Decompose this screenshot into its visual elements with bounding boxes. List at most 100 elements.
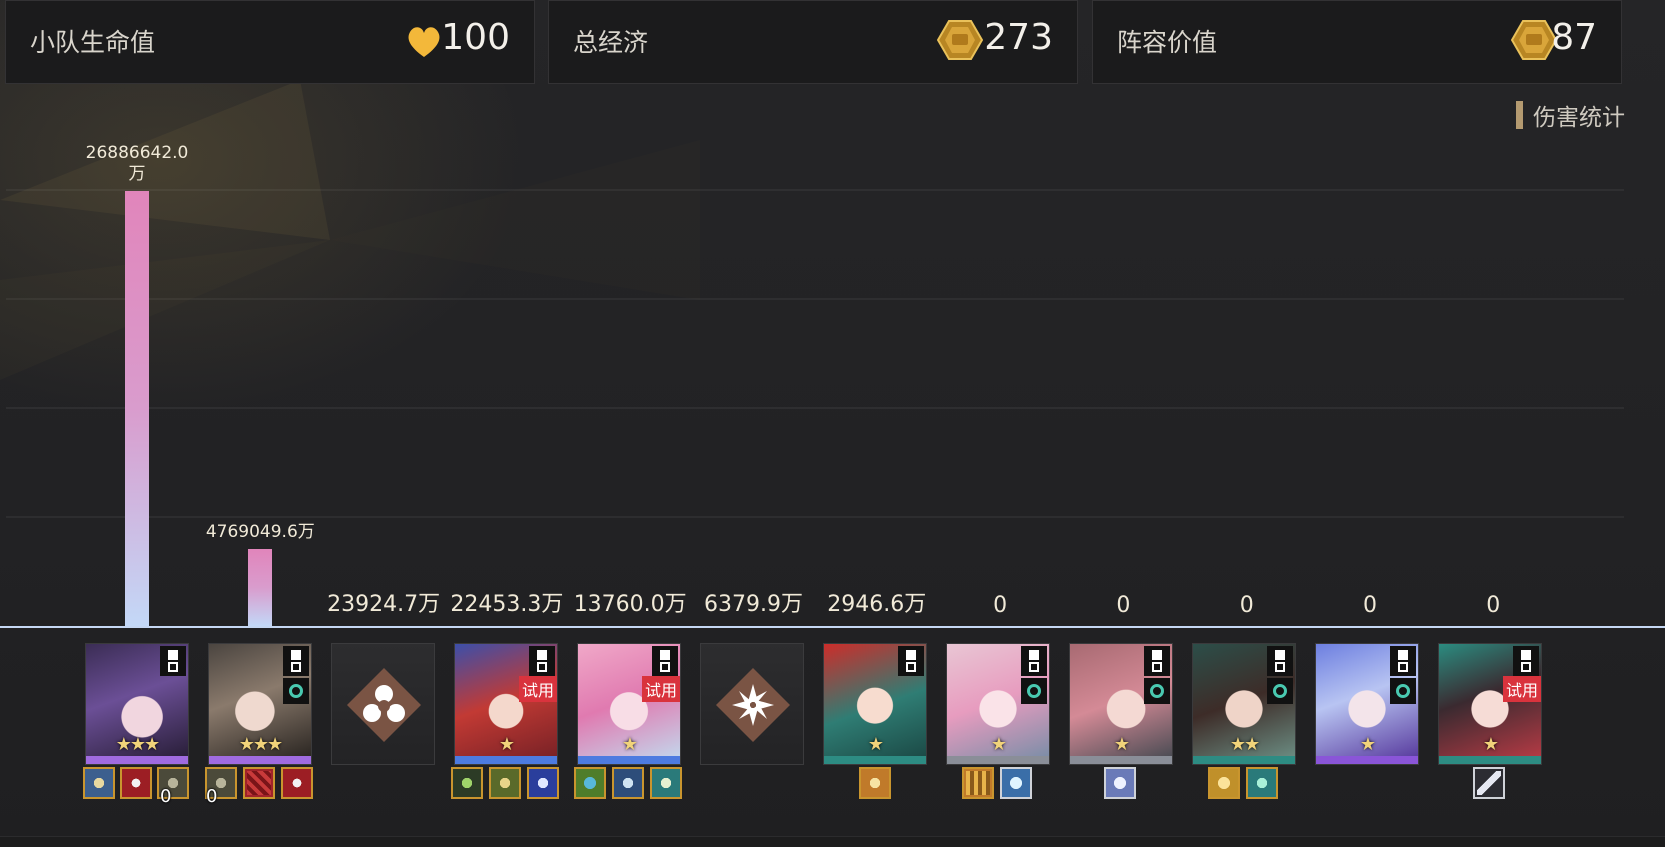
damage-value-label: 13760.0万 <box>573 592 687 617</box>
path-indicator <box>652 646 678 676</box>
damage-value-label: 2946.6万 <box>827 592 927 617</box>
heart-icon <box>408 27 440 57</box>
damage-value-label: 4769049.6万 <box>205 521 315 542</box>
unit-card[interactable]: ★ <box>1069 643 1173 765</box>
rarity-band <box>824 756 926 764</box>
path-indicator <box>1390 646 1416 676</box>
path-indicator <box>898 646 924 676</box>
footer-strip <box>0 836 1665 847</box>
star-rating: ★★★ <box>238 734 283 755</box>
background-rays <box>0 80 700 380</box>
unit-card[interactable]: ★ 试用 <box>577 643 681 765</box>
star-rating: ★ <box>1482 734 1499 755</box>
rarity-band <box>1070 756 1172 764</box>
summon-icon <box>716 668 790 742</box>
path-indicator <box>283 646 309 676</box>
rarity-band <box>86 756 188 764</box>
unit-card[interactable]: ★ <box>1315 643 1419 765</box>
unit-card[interactable]: ★★★ <box>208 643 312 765</box>
relic-icon[interactable] <box>1000 767 1032 799</box>
relic-count: 0 <box>160 786 172 807</box>
damage-value-label: 6379.9万 <box>704 592 803 617</box>
rarity-band <box>947 756 1049 764</box>
relic-icon[interactable] <box>859 767 891 799</box>
element-indicator <box>1267 678 1293 704</box>
unit-card[interactable]: ★ 试用 <box>1438 643 1542 765</box>
lineup-value-value: 87 <box>1551 17 1597 58</box>
relic-icon[interactable] <box>1104 767 1136 799</box>
path-indicator <box>1144 646 1170 676</box>
damage-value-label: 0 <box>1486 593 1501 618</box>
rarity-band <box>1316 756 1418 764</box>
rarity-band <box>209 756 311 764</box>
legend-swatch <box>1516 101 1523 129</box>
path-indicator <box>529 646 555 676</box>
relic-icon[interactable] <box>962 767 994 799</box>
star-rating: ★★★ <box>115 734 160 755</box>
star-rating: ★ <box>621 734 638 755</box>
unit-card[interactable]: ★★★ <box>85 643 189 765</box>
damage-value-label: 23924.7万 <box>327 592 441 617</box>
relic-icon[interactable] <box>650 767 682 799</box>
star-rating: ★ <box>498 734 515 755</box>
relic-icon[interactable] <box>612 767 644 799</box>
relic-icon[interactable] <box>281 767 313 799</box>
total-economy-value: 273 <box>984 17 1053 58</box>
total-economy-label: 总经济 <box>573 28 649 57</box>
unit-card[interactable]: ★★ <box>1192 643 1296 765</box>
star-rating: ★ <box>1113 734 1130 755</box>
summon-icon <box>347 668 421 742</box>
legend-label: 伤害统计 <box>1533 105 1625 131</box>
path-indicator <box>1267 646 1293 676</box>
element-indicator <box>1021 678 1047 704</box>
rarity-band <box>1193 756 1295 764</box>
star-rating: ★ <box>990 734 1007 755</box>
relic-icon[interactable] <box>243 767 275 799</box>
unit-card[interactable]: ★ <box>823 643 927 765</box>
relic-icon[interactable] <box>1246 767 1278 799</box>
relic-icon[interactable] <box>574 767 606 799</box>
rarity-band <box>1439 756 1541 764</box>
damage-value-label: 22453.3万 <box>450 592 564 617</box>
element-indicator <box>283 678 309 704</box>
relic-icon[interactable] <box>120 767 152 799</box>
trial-badge: 试用 <box>641 676 680 702</box>
rarity-band <box>578 756 680 764</box>
relic-icon[interactable] <box>489 767 521 799</box>
damage-value-label: 26886642.0万 <box>85 143 189 184</box>
path-indicator <box>160 646 186 676</box>
relic-icon[interactable] <box>1208 767 1240 799</box>
damage-bar <box>125 191 149 626</box>
chart-legend: 伤害统计 <box>1516 100 1625 131</box>
damage-value-label: 0 <box>1116 593 1131 618</box>
damage-value-label: 0 <box>993 593 1008 618</box>
gridline <box>6 407 1624 409</box>
coin-icon <box>937 20 983 60</box>
lineup-value-panel: 阵容价值 87 <box>1092 0 1622 84</box>
star-rating: ★ <box>867 734 884 755</box>
unit-card[interactable]: ★ <box>946 643 1050 765</box>
squad-hp-panel: 小队生命值 100 <box>5 0 535 84</box>
summon-slot[interactable] <box>331 643 435 765</box>
gridline <box>6 516 1624 518</box>
relic-icon[interactable] <box>1473 767 1505 799</box>
trial-badge: 试用 <box>518 676 557 702</box>
squad-hp-value: 100 <box>441 17 510 58</box>
squad-hp-label: 小队生命值 <box>30 28 156 57</box>
gridline <box>6 189 1624 191</box>
relic-icon[interactable] <box>83 767 115 799</box>
damage-value-label: 0 <box>1239 593 1254 618</box>
unit-card[interactable]: ★ 试用 <box>454 643 558 765</box>
damage-bar <box>248 548 273 626</box>
relic-icon[interactable] <box>451 767 483 799</box>
relic-icon[interactable] <box>527 767 559 799</box>
star-rating: ★★ <box>1229 734 1260 755</box>
rarity-band <box>455 756 557 764</box>
lineup-value-label: 阵容价值 <box>1117 28 1218 57</box>
relic-count: 0 <box>206 786 218 807</box>
total-economy-panel: 总经济 273 <box>548 0 1078 84</box>
summon-slot[interactable] <box>700 643 804 765</box>
damage-value-label: 0 <box>1363 593 1377 618</box>
element-indicator <box>1144 678 1170 704</box>
gridline <box>6 298 1624 300</box>
